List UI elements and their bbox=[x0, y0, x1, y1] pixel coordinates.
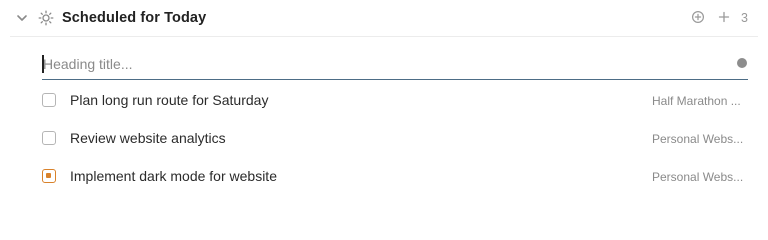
task-count: 3 bbox=[741, 11, 748, 25]
task-label: Review website analytics bbox=[70, 130, 226, 146]
task-label: Plan long run route for Saturday bbox=[70, 92, 269, 108]
plus-icon[interactable] bbox=[717, 10, 731, 24]
add-circle-icon[interactable] bbox=[691, 10, 705, 24]
heading-title-input[interactable] bbox=[42, 52, 723, 76]
task-project: Personal Webs... bbox=[652, 132, 744, 146]
header-divider bbox=[10, 36, 758, 37]
status-dot bbox=[737, 58, 747, 68]
task-checkbox[interactable] bbox=[42, 131, 56, 145]
heading-title-row bbox=[42, 52, 748, 80]
task-item[interactable]: Review website analytics Personal Webs..… bbox=[42, 129, 748, 151]
text-cursor bbox=[42, 55, 44, 73]
heading-input-underline bbox=[42, 79, 748, 80]
chevron-down-icon[interactable] bbox=[15, 11, 29, 25]
task-checkbox[interactable] bbox=[42, 93, 56, 107]
section-title: Scheduled for Today bbox=[62, 10, 207, 26]
task-item[interactable]: Plan long run route for Saturday Half Ma… bbox=[42, 91, 748, 113]
sun-icon bbox=[38, 10, 54, 26]
section-header: Scheduled for Today 3 bbox=[0, 0, 768, 37]
task-label: Implement dark mode for website bbox=[70, 168, 277, 184]
task-item[interactable]: Implement dark mode for website Personal… bbox=[42, 167, 748, 189]
task-project: Personal Webs... bbox=[652, 170, 744, 184]
task-checkbox-in-progress[interactable] bbox=[42, 169, 56, 183]
task-project: Half Marathon ... bbox=[652, 94, 741, 108]
